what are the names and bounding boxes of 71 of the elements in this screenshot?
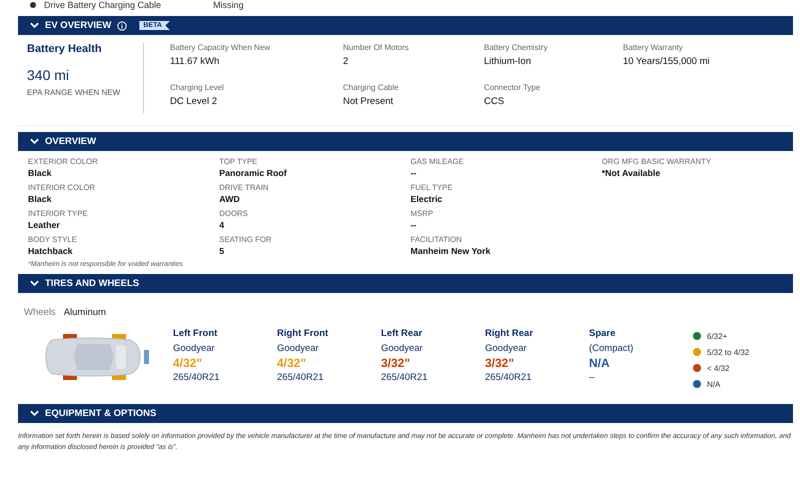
field-value: 111.67 kWh xyxy=(170,56,220,67)
tread-depth: 3/32" xyxy=(381,356,412,370)
legend-label: 5/32 to 4/32 xyxy=(707,348,750,356)
tire-position: Left Rear xyxy=(381,328,424,339)
section-title: OVERVIEW xyxy=(45,136,96,147)
legend-label: N/A xyxy=(707,380,720,388)
item-label: Drive Battery Charging Cable xyxy=(44,0,162,10)
field-value: Leather xyxy=(28,220,61,230)
chevron-down-icon xyxy=(30,22,39,29)
field-label: Battery Capacity When New xyxy=(170,43,272,52)
info-icon[interactable] xyxy=(117,20,128,30)
legend-label: < 4/32 xyxy=(707,364,730,372)
field-value: AWD xyxy=(219,194,241,204)
section-title: EQUIPMENT & OPTIONS xyxy=(45,408,156,419)
field-value: Black xyxy=(28,168,52,178)
tire-size: 265/40R21 xyxy=(381,372,428,383)
field-value: Not Present xyxy=(343,96,394,107)
field-value: DC Level 2 xyxy=(170,96,218,107)
field-value: -- xyxy=(410,220,418,230)
field-value: -- xyxy=(410,168,418,178)
section-header[interactable]: OVERVIEW xyxy=(18,132,793,151)
wheels-label: Wheels xyxy=(24,307,56,318)
chevron-down-icon xyxy=(30,138,39,145)
tire-brand: (Compact) xyxy=(589,343,634,354)
tire-position: Spare xyxy=(589,328,616,339)
field-value: CCS xyxy=(484,96,506,107)
field-label: Battery Chemistry xyxy=(484,43,549,52)
tread-depth: 4/32" xyxy=(173,356,204,370)
field-label: Connector Type xyxy=(484,83,542,92)
tire-brand: Goodyear xyxy=(277,343,320,354)
chevron-down-icon xyxy=(30,410,39,417)
tire-size: 265/40R21 xyxy=(173,372,220,383)
field-label: Number Of Motors xyxy=(343,43,410,52)
section-header[interactable]: TIRES AND WHEELS xyxy=(18,274,793,293)
battery-health-title: Battery Health xyxy=(27,43,103,55)
range-caption: EPA RANGE WHEN NEW xyxy=(27,88,122,97)
tire-size: – xyxy=(589,372,596,383)
tread-depth: N/A xyxy=(589,356,611,370)
tire-size: 265/40R21 xyxy=(485,372,532,383)
field-value: Hatchback xyxy=(28,246,74,256)
field-label: Charging Cable xyxy=(343,83,400,92)
tread-depth: 4/32" xyxy=(277,356,308,370)
section-header[interactable]: EQUIPMENT & OPTIONS xyxy=(18,404,793,423)
section-title: EV OVERVIEW xyxy=(45,20,112,31)
tire-position: Left Front xyxy=(173,328,218,339)
legend-label: 6/32+ xyxy=(707,332,728,340)
field-value: Panoramic Roof xyxy=(219,168,288,178)
range-value: 340 mi xyxy=(27,67,70,83)
field-value: Electric xyxy=(410,194,444,204)
field-value: Lithium-Ion xyxy=(484,56,532,67)
field-value: 10 Years/155,000 mi xyxy=(623,56,711,67)
tire-brand: Goodyear xyxy=(173,343,216,354)
field-value: Black xyxy=(28,194,52,204)
bullet-icon xyxy=(30,2,36,8)
tire-brand: Goodyear xyxy=(381,343,424,354)
tire-brand: Goodyear xyxy=(485,343,528,354)
field-value: *Not Available xyxy=(602,168,662,178)
field-label: Charging Level xyxy=(170,83,225,92)
field-value: 5 xyxy=(219,246,226,256)
tire-position: Right Front xyxy=(277,328,330,339)
section-title: TIRES AND WHEELS xyxy=(45,278,140,289)
tire-size: 265/40R21 xyxy=(277,372,324,383)
field-value: Manheim New York xyxy=(410,246,492,256)
chevron-down-icon xyxy=(30,280,39,287)
tire-position: Right Rear xyxy=(485,328,534,339)
tread-depth: 3/32" xyxy=(485,356,516,370)
field-value: 2 xyxy=(343,56,350,67)
item-value: Missing xyxy=(213,0,244,10)
field-label: Battery Warranty xyxy=(623,43,684,52)
wheels-value: Aluminum xyxy=(64,307,106,318)
field-value: 4 xyxy=(219,220,226,230)
